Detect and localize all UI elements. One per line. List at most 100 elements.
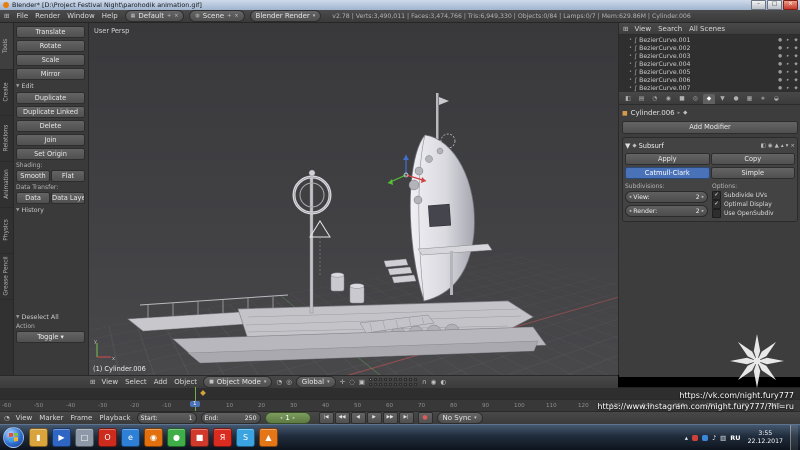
show-desktop-button[interactable]: [790, 425, 798, 450]
firefox-browser-icon[interactable]: ◉: [144, 428, 163, 447]
close-button[interactable]: ×: [783, 0, 798, 10]
hide-icon[interactable]: ●: [777, 38, 783, 43]
modifier-option[interactable]: Use OpenSubdiv: [712, 209, 795, 218]
hide-icon[interactable]: ●: [777, 62, 783, 67]
increment-icon[interactable]: ▸: [702, 209, 704, 214]
scene-selector[interactable]: ◍ Scene + ×: [189, 10, 244, 22]
mode-selector[interactable]: ■ Object Mode ▾: [203, 376, 272, 388]
viewport-shading-icon[interactable]: ◔: [276, 378, 282, 386]
modifier-panel-header[interactable]: ▼ ◆ Subsurf ◧ ◉ ▲ ▴ ▾ ×: [625, 140, 795, 151]
layer-toggle[interactable]: [414, 378, 417, 381]
increment-icon[interactable]: ▸: [702, 195, 704, 200]
minimize-button[interactable]: –: [751, 0, 766, 10]
viewport-3d[interactable]: User Persp x y (1) Cylinder.006: [88, 23, 618, 375]
topbar-menu-item[interactable]: Window: [65, 12, 97, 20]
viewport-menu-item[interactable]: Object: [172, 378, 199, 386]
outliner-item[interactable]: •∫BezierCurve.004●▸◆: [621, 60, 799, 68]
close-icon[interactable]: ×: [790, 143, 795, 149]
edit-mode-toggle-icon[interactable]: ▲: [775, 143, 779, 149]
toolshelf-tab[interactable]: Create: [0, 69, 13, 116]
toolshelf-tab[interactable]: Animation: [0, 161, 13, 208]
checkbox-icon[interactable]: ✓: [712, 200, 721, 209]
checkbox-icon[interactable]: [712, 209, 721, 218]
layer-toggle[interactable]: [399, 383, 402, 386]
selectable-icon[interactable]: ▸: [785, 86, 791, 91]
record-button[interactable]: ●: [418, 412, 433, 424]
toolshelf-tab[interactable]: Grease Pencil: [0, 253, 13, 300]
move-up-icon[interactable]: ▴: [781, 143, 784, 149]
edit-section-header[interactable]: ▼ Edit: [16, 83, 85, 90]
selectable-icon[interactable]: ▸: [785, 54, 791, 59]
layer-toggle[interactable]: [379, 378, 382, 381]
outliner-menu-item[interactable]: Search: [656, 25, 684, 33]
apply-button[interactable]: Apply: [625, 153, 710, 165]
tool-button[interactable]: Join: [16, 134, 85, 146]
clock[interactable]: 3:55 22.12.2017: [745, 430, 786, 445]
screen-layout-selector[interactable]: ▦ Default + ×: [125, 10, 185, 22]
timeline-menu-item[interactable]: View: [14, 414, 35, 422]
timeline-menu-item[interactable]: Playback: [97, 414, 132, 422]
tool-button[interactable]: Translate: [16, 26, 85, 38]
tool-button[interactable]: Duplicate Linked: [16, 106, 85, 118]
action-dropdown[interactable]: Toggle ▾: [16, 331, 85, 343]
checkbox-icon[interactable]: ✓: [712, 191, 721, 200]
pivot-point-icon[interactable]: ◎: [286, 378, 292, 386]
vlc-icon[interactable]: ▲: [259, 428, 278, 447]
set-origin-button[interactable]: Set Origin: [16, 148, 85, 160]
topbar-menu-item[interactable]: Help: [100, 12, 120, 20]
modifiers-tab[interactable]: ◆: [703, 94, 715, 104]
subdivision-type-button[interactable]: Catmull-Clark: [625, 167, 710, 179]
layer-toggle[interactable]: [414, 383, 417, 386]
snap-magnet-icon[interactable]: ∩: [422, 378, 427, 386]
transform-orientation-selector[interactable]: Global ▾: [296, 376, 336, 388]
selectable-icon[interactable]: ▸: [785, 78, 791, 83]
layer-toggle[interactable]: [369, 378, 372, 381]
tray-app-icon[interactable]: [692, 435, 698, 441]
outliner-editor-icon[interactable]: ⊞: [623, 25, 628, 33]
material-tab[interactable]: ●: [730, 94, 742, 104]
toolshelf-tab[interactable]: Tools: [0, 23, 13, 70]
ship-model[interactable]: [88, 23, 618, 375]
remove-scene-icon[interactable]: ×: [234, 13, 238, 19]
scene-tab[interactable]: ◔: [649, 94, 661, 104]
tray-app-icon[interactable]: [702, 435, 708, 441]
tool-button[interactable]: Scale: [16, 54, 85, 66]
timeline-menu-item[interactable]: Marker: [37, 414, 65, 422]
timeline-menu-item[interactable]: Frame: [69, 414, 95, 422]
playback-button[interactable]: |◀: [319, 412, 334, 424]
media-player-icon[interactable]: ▶: [52, 428, 71, 447]
layer-toggle[interactable]: [389, 378, 392, 381]
layer-toggle[interactable]: [384, 378, 387, 381]
playback-button[interactable]: ▶: [367, 412, 382, 424]
selectable-icon[interactable]: ▸: [785, 62, 791, 67]
layer-toggle[interactable]: [374, 378, 377, 381]
playback-button[interactable]: ◀◀: [335, 412, 350, 424]
info-editor-icon[interactable]: ⊞: [4, 12, 9, 20]
layer-toggle[interactable]: [374, 383, 377, 386]
skype-icon[interactable]: S: [236, 428, 255, 447]
hide-icon[interactable]: ●: [777, 86, 783, 91]
object-tab[interactable]: ■: [676, 94, 688, 104]
timeline-editor-icon[interactable]: ◔: [4, 414, 10, 422]
add-layout-icon[interactable]: +: [167, 13, 171, 19]
decrement-icon[interactable]: ◂: [629, 195, 631, 200]
render-icon[interactable]: ◆: [793, 62, 799, 67]
toolshelf-tab[interactable]: Relations: [0, 115, 13, 162]
current-frame-field[interactable]: ◂ 1 ▸: [265, 412, 311, 424]
viewport-menu-item[interactable]: Add: [152, 378, 170, 386]
hide-icon[interactable]: ●: [777, 46, 783, 51]
volume-icon[interactable]: ♪: [712, 434, 716, 442]
decrement-icon[interactable]: ◂: [280, 416, 282, 421]
copy-button[interactable]: Copy: [711, 153, 796, 165]
data-transfer-button[interactable]: Data: [16, 192, 50, 204]
sync-selector[interactable]: No Sync ▾: [437, 412, 483, 424]
maximize-button[interactable]: □: [767, 0, 782, 10]
layer-toggle[interactable]: [384, 383, 387, 386]
render-icon[interactable]: ◆: [793, 46, 799, 51]
manipulator-scale-icon[interactable]: ▣: [359, 378, 365, 386]
render-icon[interactable]: ◆: [793, 38, 799, 43]
network-icon[interactable]: ▥: [720, 434, 726, 442]
outliner-item[interactable]: •∫BezierCurve.001●▸◆: [621, 36, 799, 44]
add-modifier-button[interactable]: Add Modifier: [622, 121, 798, 134]
hide-icon[interactable]: ●: [777, 54, 783, 59]
